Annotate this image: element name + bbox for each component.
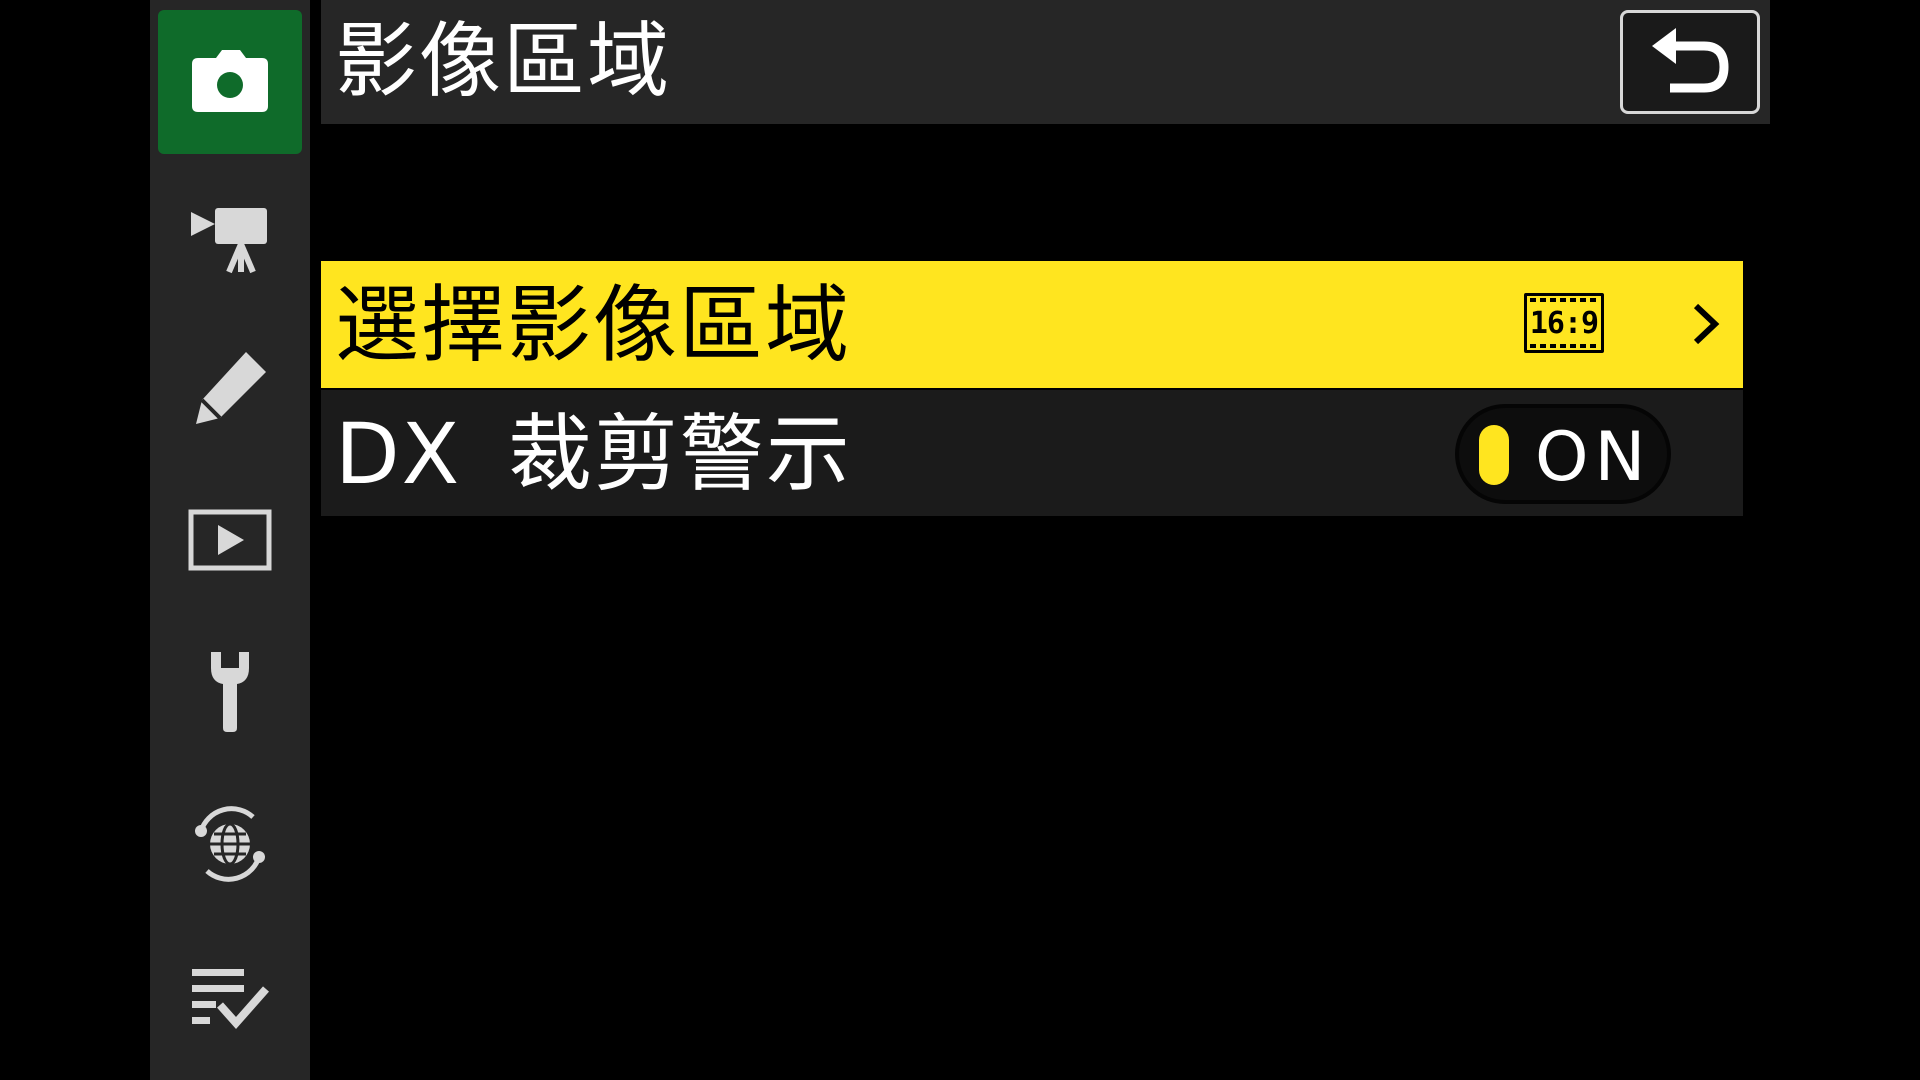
menu-item-choose-image-area[interactable]: 選擇影像區域 16:9 — [321, 261, 1743, 388]
camera-icon — [190, 50, 270, 114]
page-title: 影像區域 — [335, 14, 672, 109]
sidebar-item-movie-shooting[interactable] — [158, 168, 302, 312]
aspect-ratio-value: 16:9 — [1529, 305, 1599, 341]
sidebar-item-network[interactable] — [158, 772, 302, 916]
sidebar-item-setup[interactable] — [158, 620, 302, 764]
menu-item-label: DX 裁剪警示 — [335, 405, 852, 503]
my-menu-icon — [190, 965, 270, 1031]
toggle-state-text: ON — [1535, 418, 1652, 497]
return-arrow-icon — [1648, 24, 1732, 100]
wrench-icon — [205, 650, 255, 734]
sidebar-item-playback[interactable] — [158, 468, 302, 612]
back-button[interactable] — [1620, 10, 1760, 114]
chevron-right-icon — [1691, 301, 1721, 351]
menu-sidebar — [150, 0, 310, 1080]
menu-item-label: 選擇影像區域 — [335, 276, 852, 374]
toggle-indicator — [1479, 425, 1509, 485]
aspect-ratio-16-9-icon: 16:9 — [1524, 293, 1604, 353]
sidebar-item-photo-shooting[interactable] — [158, 10, 302, 154]
menu-item-dx-crop-alert[interactable]: DX 裁剪警示 ON — [321, 390, 1743, 516]
network-icon — [187, 801, 273, 887]
playback-icon — [188, 509, 272, 571]
camera-menu-screen: 影像區域 選擇影像區域 16:9 DX 裁剪警示 ON — [0, 0, 1920, 1080]
menu-header: 影像區域 — [321, 0, 1770, 124]
sidebar-item-my-menu[interactable] — [158, 926, 302, 1070]
movie-camera-icon — [189, 204, 271, 276]
pencil-icon — [190, 348, 270, 428]
on-off-toggle[interactable]: ON — [1455, 404, 1671, 504]
sidebar-item-custom-settings[interactable] — [158, 316, 302, 460]
